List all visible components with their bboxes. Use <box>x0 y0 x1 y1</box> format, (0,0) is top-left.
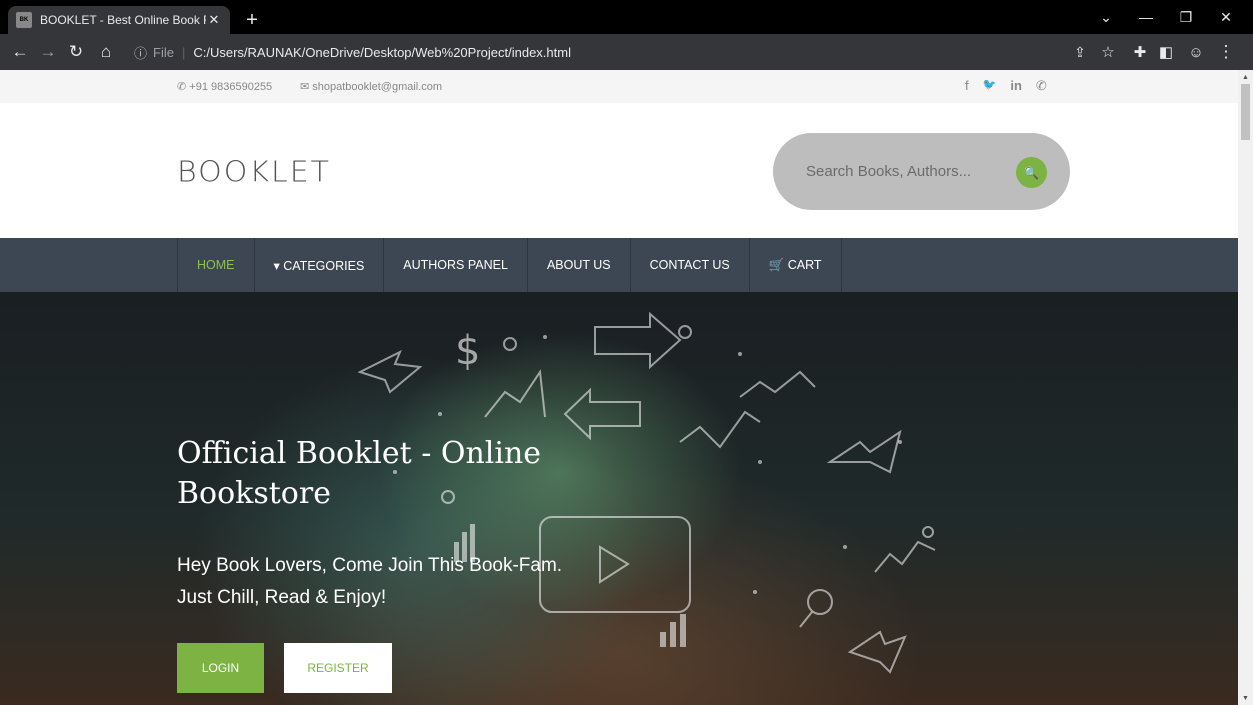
minimize-button[interactable]: — <box>1126 0 1166 34</box>
scrollbar-thumb[interactable] <box>1241 84 1250 140</box>
nav-contact-us[interactable]: CONTACT US <box>631 238 750 292</box>
profile-avatar[interactable]: ☺ <box>1184 40 1208 64</box>
scroll-up-icon[interactable]: ▲ <box>1241 72 1250 82</box>
tab-search-icon[interactable]: ⌄ <box>1086 0 1126 34</box>
close-window-button[interactable]: ✕ <box>1206 0 1246 34</box>
facebook-icon[interactable]: f <box>965 78 969 94</box>
search-button[interactable]: 🔍 <box>1016 157 1047 188</box>
restore-button[interactable]: ❐ <box>1166 0 1206 34</box>
home-icon[interactable]: ⌂ <box>94 40 118 64</box>
side-panel-icon[interactable]: ◧ <box>1154 40 1178 64</box>
menu-icon[interactable]: ⋮ <box>1214 40 1238 64</box>
address-bar[interactable]: ⓘ File | C:/Users/RAUNAK/OneDrive/Deskto… <box>134 38 1124 66</box>
hero-title: Official Booklet - Online Bookstore <box>177 436 542 511</box>
back-icon[interactable]: ← <box>8 40 32 64</box>
url-text[interactable]: C:/Users/RAUNAK/OneDrive/Desktop/Web%20P… <box>193 45 571 60</box>
search-icon: 🔍 <box>1024 165 1039 180</box>
nav-categories[interactable]: ▾ CATEGORIES <box>255 238 385 292</box>
reload-icon[interactable]: ↻ <box>64 40 88 64</box>
email-address[interactable]: shopatbooklet@gmail.com <box>312 81 442 93</box>
new-tab-button[interactable]: + <box>238 6 266 34</box>
nav-about-us[interactable]: ABOUT US <box>528 238 631 292</box>
page-scrollbar[interactable]: ▲ ▼ <box>1238 70 1253 705</box>
browser-tab[interactable]: BK BOOKLET - Best Online Book Rea ✕ <box>8 6 230 34</box>
hero-banner: $ Official Booklet - Online Bookstore He… <box>0 292 1238 705</box>
phone-number: +91 9836590255 <box>189 81 273 93</box>
twitter-icon[interactable]: 🐦 <box>983 78 997 94</box>
favicon-icon: BK <box>16 12 32 28</box>
extensions-icon[interactable]: ✚ <box>1128 40 1152 64</box>
browser-toolbar: ← → ↻ ⌂ ⓘ File | C:/Users/RAUNAK/OneDriv… <box>0 34 1253 70</box>
hero-subtitle-line1: Hey Book Lovers, Come Join This Book-Fam… <box>177 555 563 576</box>
close-tab-icon[interactable]: ✕ <box>206 12 222 28</box>
nav-authors-panel[interactable]: AUTHORS PANEL <box>384 238 528 292</box>
linkedin-icon[interactable]: in <box>1010 78 1022 94</box>
bookmark-star-icon[interactable]: ☆ <box>1096 40 1120 64</box>
register-button[interactable]: REGISTER <box>284 643 392 693</box>
phone-info: ✆ +91 9836590255 <box>177 80 272 93</box>
site-logo[interactable]: BOOKLET <box>177 156 331 189</box>
nav-home[interactable]: HOME <box>178 238 255 292</box>
email-info: ✉ shopatbooklet@gmail.com <box>300 80 442 93</box>
svg-text:$: $ <box>455 328 480 374</box>
tab-title: BOOKLET - Best Online Book Rea <box>40 13 206 27</box>
mail-icon: ✉ <box>300 81 313 93</box>
scroll-down-icon[interactable]: ▼ <box>1241 693 1250 703</box>
url-separator: | <box>181 44 186 60</box>
social-links: f 🐦 in ✆ <box>965 78 1047 94</box>
search-input[interactable] <box>806 159 1006 183</box>
nav-cart[interactable]: 🛒 CART <box>750 238 842 292</box>
search-box: 🔍 <box>773 133 1070 210</box>
login-button[interactable]: LOGIN <box>177 643 264 693</box>
hero-subtitle: Hey Book Lovers, Come Join This Book-Fam… <box>177 550 562 614</box>
top-info-bar: ✆ +91 9836590255 ✉ shopatbooklet@gmail.c… <box>0 70 1238 103</box>
url-scheme-label: File <box>153 44 174 60</box>
info-icon[interactable]: ⓘ <box>134 43 147 62</box>
whatsapp-icon[interactable]: ✆ <box>1036 78 1047 94</box>
hero-subtitle-line2: Just Chill, Read & Enjoy! <box>177 587 387 608</box>
main-nav: HOME ▾ CATEGORIES AUTHORS PANEL ABOUT US… <box>0 238 1238 292</box>
share-icon[interactable]: ⇪ <box>1068 40 1092 64</box>
browser-tab-bar: BK BOOKLET - Best Online Book Rea ✕ + ⌄ … <box>0 0 1253 34</box>
brand-bar: BOOKLET 🔍 <box>0 103 1238 238</box>
phone-icon: ✆ <box>177 81 190 93</box>
web-page: ✆ +91 9836590255 ✉ shopatbooklet@gmail.c… <box>0 70 1238 705</box>
forward-icon[interactable]: → <box>36 40 60 64</box>
